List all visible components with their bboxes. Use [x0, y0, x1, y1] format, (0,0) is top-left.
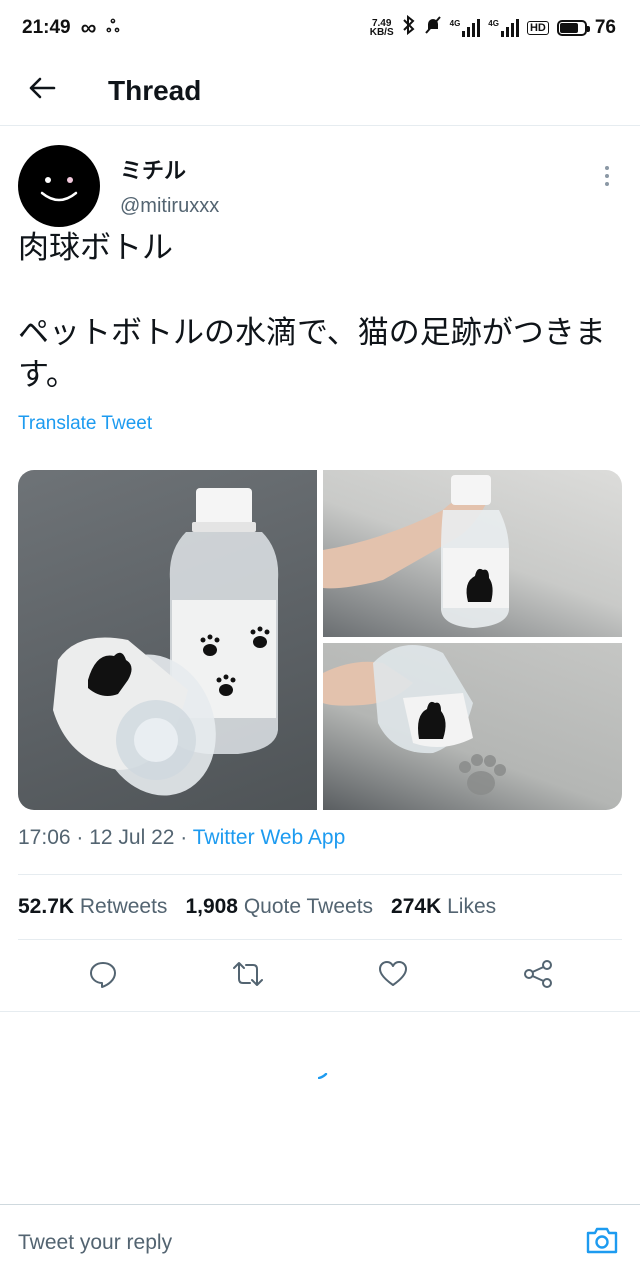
translate-tweet-link[interactable]: Translate Tweet [18, 413, 622, 435]
tweet-actions [0, 942, 640, 1012]
mute-icon [424, 15, 442, 41]
tweet-stats: 52.7K Retweets 1,908 Quote Tweets 274K L… [18, 874, 622, 940]
network-speed-unit: KB/S [369, 27, 394, 38]
battery-icon [556, 20, 590, 36]
display-name[interactable]: ミチル [120, 153, 219, 185]
more-vertical-icon [605, 166, 609, 186]
tweet-source[interactable]: Twitter Web App [193, 826, 346, 849]
reply-input[interactable] [18, 1230, 582, 1255]
retweet-icon [232, 959, 264, 994]
heart-icon [378, 960, 408, 993]
signal-strength-1: 4G [450, 19, 481, 37]
quote-tweets-count: 1,908 [185, 895, 238, 918]
quote-tweets-stat[interactable]: 1,908 Quote Tweets [185, 895, 373, 919]
tweet-media [18, 470, 622, 810]
reply-icon [88, 959, 118, 994]
battery-level: 76 [594, 17, 616, 38]
loading-spinner [317, 1066, 328, 1080]
like-button[interactable] [368, 952, 418, 1002]
likes-stat[interactable]: 274K Likes [391, 895, 496, 919]
network-speed: 7.49 KB/S [369, 19, 394, 38]
media-image-paw-print[interactable] [323, 643, 622, 810]
bluetooth-icon [402, 14, 416, 41]
status-time: 21:49 [22, 17, 71, 38]
media-image-hand-bottle[interactable] [323, 470, 622, 637]
tweet-time[interactable]: 17:06 [18, 826, 71, 849]
back-button[interactable] [12, 61, 72, 121]
tweet: ミチル @mitiruxxx 肉球ボトル ペットボトルの水滴で、猫の足跡がつきま… [0, 127, 640, 435]
retweet-button[interactable] [223, 952, 273, 1002]
signal-2-label: 4G [488, 19, 499, 28]
camera-icon [585, 1225, 619, 1260]
reply-bar [0, 1204, 640, 1280]
likes-count: 274K [391, 895, 442, 918]
signal-strength-2: 4G [488, 19, 519, 37]
status-bar: 21:49 ∞ ஃ 7.49 KB/S 4G 4G HD 76 [0, 0, 640, 56]
arrow-left-icon [28, 76, 56, 105]
page-title: Thread [108, 74, 202, 106]
tweet-date[interactable]: 12 Jul 22 [89, 826, 174, 849]
notification-icon: ஃ [106, 17, 120, 36]
likes-label: Likes [447, 895, 497, 918]
retweets-stat[interactable]: 52.7K Retweets [18, 895, 167, 919]
infinity-icon: ∞ [80, 15, 97, 40]
retweets-label: Retweets [79, 895, 168, 918]
hd-icon: HD [526, 21, 549, 35]
more-options-button[interactable] [592, 161, 622, 191]
reply-button[interactable] [78, 952, 128, 1002]
author-row: ミチル @mitiruxxx [18, 127, 622, 227]
quote-tweets-label: Quote Tweets [243, 895, 374, 918]
retweets-count: 52.7K [18, 895, 75, 918]
user-handle[interactable]: @mitiruxxx [120, 195, 219, 218]
tweet-timestamp: 17:06 · 12 Jul 22 · Twitter Web App [18, 826, 346, 849]
signal-1-label: 4G [449, 19, 461, 28]
tweet-text: 肉球ボトル ペットボトルの水滴で、猫の足跡がつきます。 [18, 230, 606, 393]
camera-button[interactable] [582, 1223, 622, 1263]
media-image-bottles[interactable] [18, 470, 317, 810]
share-button[interactable] [513, 952, 563, 1002]
share-icon [523, 959, 553, 994]
avatar[interactable] [18, 145, 100, 227]
thread-header: Thread [0, 56, 640, 126]
